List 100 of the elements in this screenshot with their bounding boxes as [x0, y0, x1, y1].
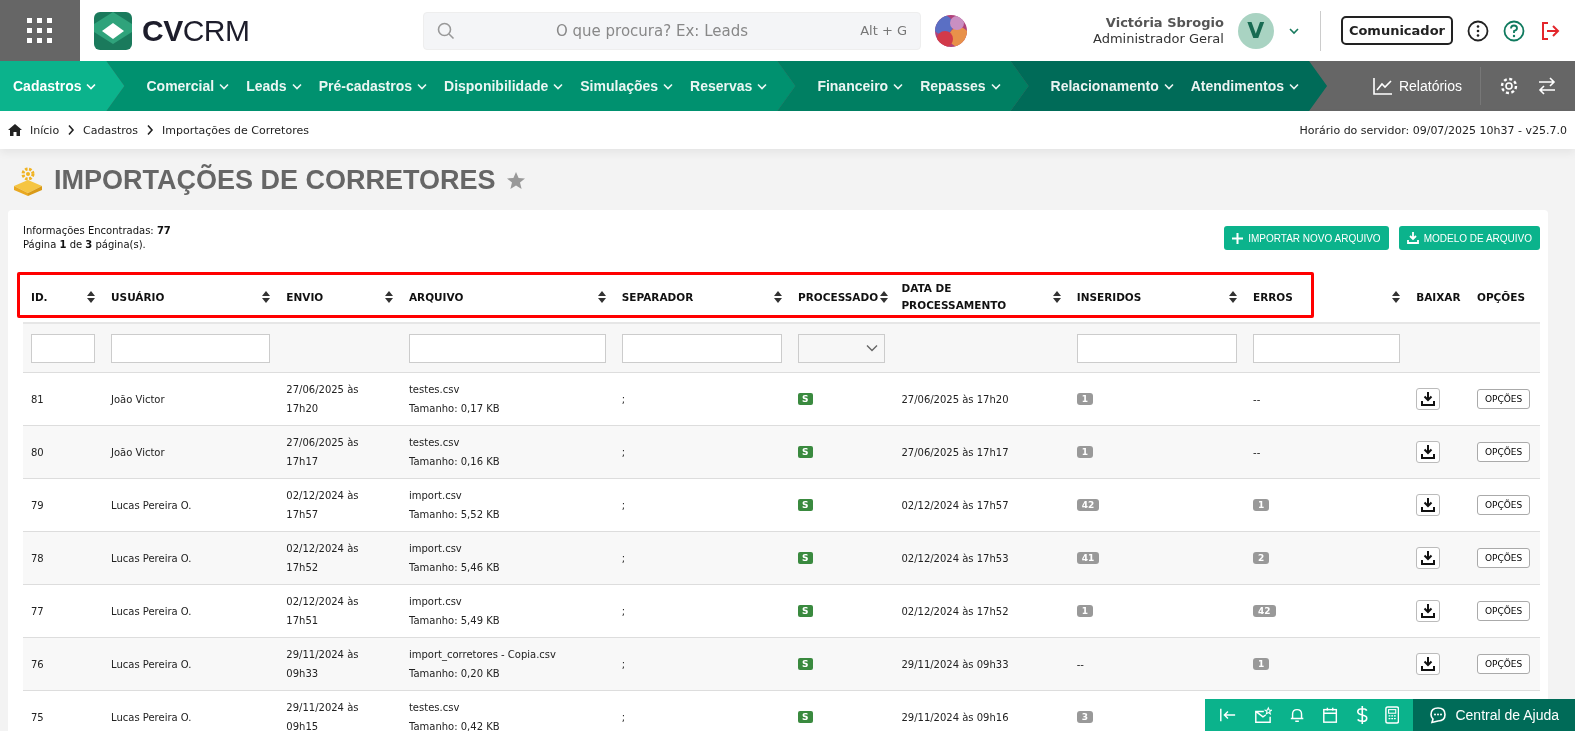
sort-icon[interactable] [1052, 291, 1061, 303]
sort-icon[interactable] [774, 291, 783, 303]
filter-field[interactable] [1076, 333, 1238, 363]
table-cell-text: 27/06/2025 às 17h20 [286, 383, 360, 416]
options-button[interactable]: OPÇÕES [1476, 495, 1531, 515]
count-badge: 1 [1076, 446, 1093, 458]
logo[interactable]: CVCRM [94, 11, 409, 50]
download-button[interactable] [1416, 441, 1441, 463]
settings-icon[interactable] [1499, 76, 1519, 96]
mail-star-icon[interactable] [1254, 706, 1273, 724]
star-icon[interactable] [505, 170, 526, 191]
options-button[interactable]: OPÇÕES [1476, 389, 1531, 409]
apps-menu-button[interactable] [0, 0, 80, 61]
file-size: Tamanho: 0,42 KB [408, 720, 501, 731]
filter-field[interactable] [1253, 333, 1401, 363]
options-button[interactable]: OPÇÕES [1476, 548, 1531, 568]
column-header[interactable]: ID. [31, 288, 48, 306]
count-badge: 1 [1076, 393, 1093, 405]
nav-menu-item[interactable]: Atendimentos [1190, 78, 1300, 94]
download-button[interactable] [1416, 547, 1441, 569]
count-badge: 3 [1076, 711, 1093, 723]
options-button[interactable]: OPÇÕES [1476, 442, 1531, 462]
count-badge: 42 [1076, 499, 1100, 511]
table-cell: Lucas Pereira O. [111, 552, 192, 564]
download-button[interactable] [1416, 388, 1441, 410]
communicator-button[interactable]: Comunicador [1340, 16, 1453, 45]
column-header[interactable]: PROCESSADO [798, 288, 879, 306]
table-cell-text: 02/12/2024 às 17h52 [286, 542, 360, 575]
table-cell: Lucas Pereira O. [111, 605, 192, 617]
sort-icon[interactable] [1229, 291, 1238, 303]
user-avatar[interactable]: V [1237, 12, 1274, 49]
swap-icon[interactable] [1537, 76, 1557, 96]
filter-field[interactable] [111, 333, 271, 363]
chevron-down-icon[interactable] [1287, 26, 1300, 35]
download-button[interactable] [1416, 600, 1441, 622]
column-header[interactable]: USUÁRIO [111, 288, 165, 306]
sort-icon[interactable] [1392, 291, 1401, 303]
help-center-button[interactable]: Central de Ajuda [1413, 699, 1575, 731]
filter-field[interactable] [31, 333, 96, 363]
calendar-icon[interactable] [1322, 706, 1339, 724]
table-cell-text: 02/12/2024 às 17h57 [286, 489, 360, 522]
column-header[interactable]: SEPARADOR [621, 288, 694, 306]
options-button[interactable]: OPÇÕES [1476, 601, 1531, 621]
logout-icon[interactable] [1539, 19, 1561, 42]
sort-icon[interactable] [87, 291, 96, 303]
table-cell-text: 27/06/2025 às 17h17 [286, 436, 360, 469]
file-name: import_corretores - Copia.csv [408, 648, 557, 663]
column-header[interactable]: ENVIO [286, 288, 324, 306]
file-size: Tamanho: 0,16 KB [408, 455, 501, 469]
table-cell: João Victor [111, 393, 165, 405]
column-header[interactable]: DATA DE PROCESSAMENTO [901, 280, 1051, 314]
column-header[interactable]: ARQUIVO [408, 288, 464, 306]
nav-menu-item[interactable]: Leads [246, 78, 302, 94]
more-icon[interactable] [1467, 19, 1489, 42]
nav-menu-item[interactable]: Comercial [146, 78, 230, 94]
nav-menu-item[interactable]: Disponibilidade [444, 78, 564, 94]
nav-menu-item[interactable]: Simulações [580, 78, 674, 94]
chevron-down-icon [86, 82, 97, 90]
column-header[interactable]: INSERIDOS [1076, 288, 1142, 306]
chevron-down-icon [990, 82, 1001, 90]
filter-field[interactable] [621, 333, 783, 363]
table-cell: ; [621, 658, 626, 670]
breadcrumb-link[interactable]: Início [30, 123, 60, 137]
sort-icon[interactable] [262, 291, 271, 303]
filter-field[interactable] [408, 333, 606, 363]
shortcut-hint: Alt + G [860, 22, 907, 38]
file-name: import.csv [408, 595, 463, 609]
table-cell: 02/12/2024 às 17h53 [901, 552, 1009, 564]
status-badge: S [798, 446, 813, 458]
calculator-icon[interactable] [1385, 705, 1400, 725]
sort-icon[interactable] [880, 291, 889, 303]
nav-menu-item[interactable]: Relacionamento [1050, 78, 1174, 94]
sort-icon[interactable] [384, 291, 393, 303]
page-info: Página 1 de 3 página(s). [23, 238, 147, 252]
sort-icon[interactable] [597, 291, 606, 303]
table-cell: 75 [31, 711, 44, 723]
chevron-down-icon [553, 82, 564, 90]
reports-link[interactable]: Relatórios [1372, 77, 1462, 95]
chevron-down-icon [1163, 82, 1174, 90]
nav-menu-item[interactable]: Financeiro [817, 78, 904, 94]
breadcrumb-link[interactable]: Cadastros [83, 123, 139, 137]
download-button[interactable] [1416, 653, 1441, 675]
nav-menu-item[interactable]: Pré-cadastros [318, 78, 428, 94]
help-icon[interactable] [1503, 19, 1525, 42]
download-icon [1421, 551, 1436, 565]
download-button[interactable] [1416, 494, 1441, 516]
logo-icon [94, 11, 132, 50]
download-icon [1421, 604, 1436, 618]
dollar-icon[interactable] [1355, 705, 1369, 725]
status-badge: S [798, 499, 813, 511]
nav-menu-item[interactable]: Repasses [920, 78, 1001, 94]
table-cell: 81 [31, 393, 44, 405]
table-cell: ; [621, 446, 626, 458]
table-cell: Lucas Pereira O. [111, 658, 192, 670]
options-button[interactable]: OPÇÕES [1476, 654, 1531, 674]
bell-icon[interactable] [1289, 706, 1306, 724]
download-icon [1421, 657, 1436, 671]
nav-menu-item[interactable]: Reservas [690, 78, 768, 94]
count-badge: 1 [1253, 499, 1270, 511]
column-header[interactable]: ERROS [1253, 288, 1293, 306]
